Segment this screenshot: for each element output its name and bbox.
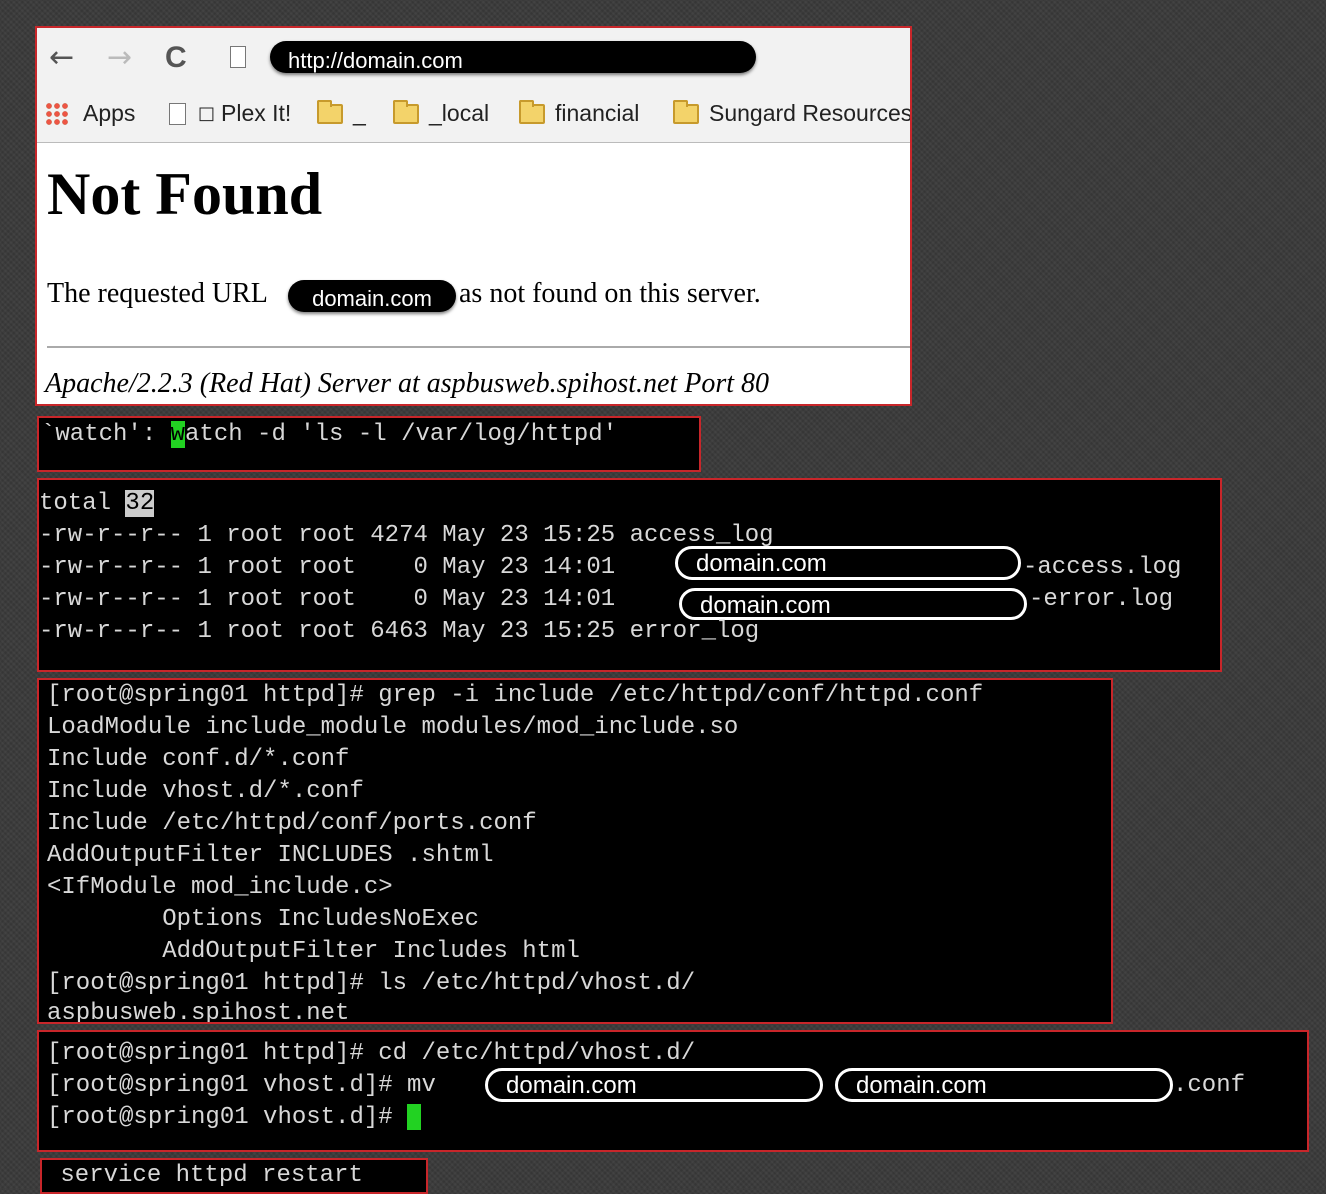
total-value: 32 — [125, 490, 155, 517]
terminal-cursor: w — [170, 421, 186, 448]
bookmark-sungard[interactable]: Sungard Resources — [673, 99, 912, 127]
apps-grid-icon — [45, 101, 69, 126]
terminal-line: [root@spring01 httpd]# grep -i include /… — [47, 682, 984, 709]
bookmark-underscore[interactable]: _ — [317, 99, 366, 127]
terminal-line: Options IncludesNoExec — [47, 906, 480, 933]
page-icon — [230, 46, 246, 68]
redacted-url: domain.com — [288, 280, 456, 312]
terminal-cursor — [407, 1103, 422, 1130]
box-glyph-icon: □ — [198, 103, 216, 124]
bookmark-label: Sungard Resources — [709, 100, 912, 126]
grep-terminal: [root@spring01 httpd]# grep -i include /… — [37, 678, 1113, 1024]
address-bar-url: http://domain.com — [288, 48, 463, 73]
terminal-line: Include conf.d/*.conf — [47, 746, 350, 773]
bookmark-label: financial — [555, 100, 640, 126]
prompt: [root@spring01 vhost.d]# — [47, 1104, 393, 1131]
page-icon — [169, 102, 186, 125]
redacted-source: domain.com — [485, 1068, 823, 1102]
total-line: total 32 — [39, 488, 155, 520]
terminal-line: Include vhost.d/*.conf — [47, 778, 364, 805]
bookmarks-bar: Apps □ Plex It! _ _local financial Sunga… — [37, 90, 910, 143]
total-label: total — [39, 490, 112, 517]
browser-toolbar: ← → C http://domain.com — [37, 28, 910, 90]
terminal-line: <IfModule mod_include.c> — [47, 874, 393, 901]
restart-command: service httpd restart — [46, 1162, 363, 1189]
address-bar[interactable]: http://domain.com — [270, 41, 756, 73]
folder-icon — [519, 99, 545, 124]
redacted-destination: domain.com — [835, 1068, 1173, 1102]
redacted-filename: domain.com — [675, 546, 1021, 580]
folder-icon — [317, 99, 343, 124]
folder-icon — [393, 99, 419, 124]
terminal-line: Include /etc/httpd/conf/ports.conf — [47, 810, 537, 837]
watch-command: `watch': watch -d 'ls -l /var/log/httpd' — [41, 419, 617, 451]
watch-rest: atch -d 'ls -l /var/log/httpd' — [185, 421, 618, 448]
terminal-line: AddOutputFilter INCLUDES .shtml — [47, 842, 494, 869]
forward-button[interactable]: → — [107, 42, 132, 74]
folder-icon — [673, 99, 699, 124]
bookmark-label: _ — [353, 100, 366, 126]
terminal-line: AddOutputFilter Includes html — [47, 938, 580, 965]
browser-window: ← → C http://domain.com Apps □ Plex It! … — [35, 26, 912, 406]
bookmark-plex[interactable]: □ Plex It! — [169, 100, 291, 127]
bookmark-apps[interactable]: Apps — [45, 100, 135, 127]
listing-row: -rw-r--r-- 1 root root 0 May 23 14:01 — [39, 586, 616, 613]
divider — [47, 346, 910, 348]
server-signature: Apache/2.2.3 (Red Hat) Server at aspbusw… — [45, 368, 770, 399]
filename-suffix: -error.log — [1029, 586, 1174, 613]
bookmark-label: Apps — [83, 100, 136, 126]
message-prefix: The requested URL — [47, 278, 268, 309]
watch-terminal: `watch': watch -d 'ls -l /var/log/httpd' — [37, 416, 701, 472]
listing-row: -rw-r--r-- 1 root root 4274 May 23 15:25… — [39, 522, 774, 549]
terminal-line: [root@spring01 httpd]# cd /etc/httpd/vho… — [47, 1040, 696, 1067]
reload-button[interactable]: C — [165, 42, 187, 74]
bookmark-label: _local — [429, 100, 490, 126]
terminal-line: [root@spring01 httpd]# ls /etc/httpd/vho… — [47, 970, 696, 997]
listing-row: -rw-r--r-- 1 root root 6463 May 23 15:25… — [39, 618, 760, 645]
terminal-line: [root@spring01 vhost.d]# mv — [47, 1072, 436, 1099]
mv-terminal: [root@spring01 httpd]# cd /etc/httpd/vho… — [37, 1030, 1309, 1152]
terminal-line: [root@spring01 vhost.d]# — [47, 1102, 422, 1134]
watch-prefix: `watch': — [41, 421, 171, 448]
terminal-line: aspbusweb.spihost.net — [47, 1000, 350, 1024]
error-message: The requested URL — [47, 278, 268, 310]
bookmark-label: Plex It! — [221, 100, 292, 126]
bookmark-local[interactable]: _local — [393, 99, 490, 127]
page-title: Not Found — [47, 161, 323, 227]
bookmark-financial[interactable]: financial — [519, 99, 640, 127]
terminal-line: LoadModule include_module modules/mod_in… — [47, 714, 739, 741]
filename-suffix: -access.log — [1023, 554, 1182, 581]
destination-suffix: .conf — [1173, 1072, 1246, 1099]
listing-row: -rw-r--r-- 1 root root 0 May 23 14:01 — [39, 554, 616, 581]
back-button[interactable]: ← — [49, 42, 74, 74]
message-suffix: as not found on this server. — [459, 278, 761, 309]
listing-terminal: total 32 -rw-r--r-- 1 root root 4274 May… — [37, 478, 1222, 672]
